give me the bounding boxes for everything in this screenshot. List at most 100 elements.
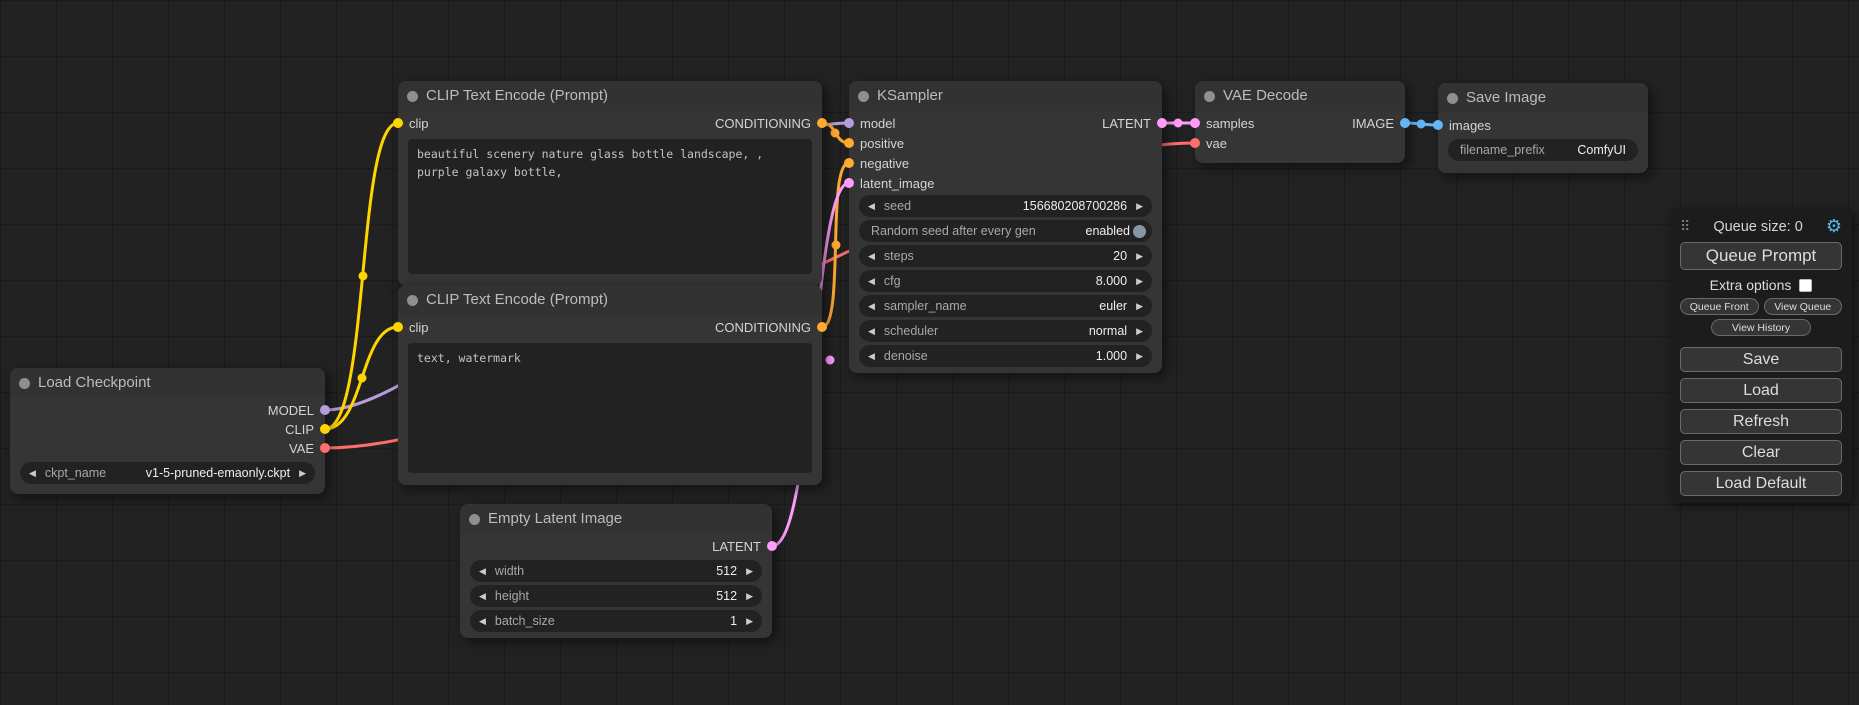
images-input-slot[interactable]: images (1433, 115, 1491, 135)
node-vae-decode[interactable]: VAE Decode samples vae IMAGE (1195, 81, 1405, 163)
save-button[interactable]: Save (1680, 347, 1842, 372)
model-output-dot[interactable] (320, 405, 330, 415)
decrement-arrow-icon[interactable] (868, 345, 875, 367)
random-seed-toggle-widget[interactable]: Random seed after every gen enabled (859, 220, 1152, 242)
scheduler-widget[interactable]: scheduler normal (859, 320, 1152, 342)
node-title-bar[interactable]: Empty Latent Image (460, 504, 772, 534)
node-title-bar[interactable]: CLIP Text Encode (Prompt) (398, 81, 822, 111)
increment-arrow-icon[interactable] (746, 585, 753, 607)
increment-arrow-icon[interactable] (1136, 295, 1143, 317)
sampler-name-widget[interactable]: sampler_name euler (859, 295, 1152, 317)
collapse-dot-icon[interactable] (1447, 93, 1458, 104)
width-widget[interactable]: width 512 (470, 560, 762, 582)
load-button[interactable]: Load (1680, 378, 1842, 403)
collapse-dot-icon[interactable] (1204, 91, 1215, 102)
cfg-widget[interactable]: cfg 8.000 (859, 270, 1152, 292)
node-save-image[interactable]: Save Image images filename_prefix ComfyU… (1438, 83, 1648, 173)
node-title-bar[interactable]: Save Image (1438, 83, 1648, 113)
collapse-dot-icon[interactable] (407, 91, 418, 102)
conditioning-output-dot[interactable] (817, 118, 827, 128)
seed-widget[interactable]: seed 156680208700286 (859, 195, 1152, 217)
clip-input-slot[interactable]: clip (393, 113, 429, 133)
collapse-dot-icon[interactable] (407, 295, 418, 306)
decrement-arrow-icon[interactable] (868, 195, 875, 217)
decrement-arrow-icon[interactable] (479, 560, 486, 582)
latent-image-input-dot[interactable] (844, 178, 854, 188)
clip-output-dot[interactable] (320, 424, 330, 434)
node-ksampler[interactable]: KSampler model positive negative latent_… (849, 81, 1162, 373)
queue-front-button[interactable]: Queue Front (1680, 298, 1759, 315)
image-output-slot[interactable]: IMAGE (1352, 113, 1410, 133)
denoise-widget[interactable]: denoise 1.000 (859, 345, 1152, 367)
model-output-slot[interactable]: MODEL (268, 400, 330, 420)
drag-handle-icon[interactable] (1680, 218, 1690, 236)
view-history-button[interactable]: View History (1711, 319, 1811, 336)
collapse-dot-icon[interactable] (858, 91, 869, 102)
clip-input-slot[interactable]: clip (393, 317, 429, 337)
positive-prompt-textarea[interactable]: beautiful scenery nature glass bottle la… (408, 139, 812, 274)
node-title-bar[interactable]: Load Checkpoint (10, 368, 325, 398)
decrement-arrow-icon[interactable] (868, 270, 875, 292)
vae-input-dot[interactable] (1190, 138, 1200, 148)
batch-size-widget[interactable]: batch_size 1 (470, 610, 762, 632)
clip-input-dot[interactable] (393, 322, 403, 332)
positive-input-slot[interactable]: positive (844, 133, 904, 153)
positive-input-dot[interactable] (844, 138, 854, 148)
latent-output-slot[interactable]: LATENT (1102, 113, 1167, 133)
images-input-dot[interactable] (1433, 120, 1443, 130)
decrement-arrow-icon[interactable] (868, 245, 875, 267)
clip-output-slot[interactable]: CLIP (285, 419, 330, 439)
refresh-button[interactable]: Refresh (1680, 409, 1842, 434)
increment-arrow-icon[interactable] (1136, 245, 1143, 267)
increment-arrow-icon[interactable] (746, 560, 753, 582)
increment-arrow-icon[interactable] (1136, 195, 1143, 217)
view-queue-button[interactable]: View Queue (1764, 298, 1843, 315)
node-title-bar[interactable]: VAE Decode (1195, 81, 1405, 111)
latent-output-slot[interactable]: LATENT (712, 536, 777, 556)
decrement-arrow-icon[interactable] (29, 462, 36, 484)
node-empty-latent-image[interactable]: Empty Latent Image LATENT width 512 heig… (460, 504, 772, 638)
increment-arrow-icon[interactable] (1136, 270, 1143, 292)
negative-input-slot[interactable]: negative (844, 153, 909, 173)
ckpt-name-widget[interactable]: ckpt_name v1-5-pruned-emaonly.ckpt (20, 462, 315, 484)
increment-arrow-icon[interactable] (1136, 320, 1143, 342)
model-input-slot[interactable]: model (844, 113, 895, 133)
steps-widget[interactable]: steps 20 (859, 245, 1152, 267)
conditioning-output-slot[interactable]: CONDITIONING (715, 317, 827, 337)
load-default-button[interactable]: Load Default (1680, 471, 1842, 496)
clear-button[interactable]: Clear (1680, 440, 1842, 465)
increment-arrow-icon[interactable] (299, 462, 306, 484)
filename-prefix-widget[interactable]: filename_prefix ComfyUI (1448, 139, 1638, 161)
decrement-arrow-icon[interactable] (479, 585, 486, 607)
queue-prompt-button[interactable]: Queue Prompt (1680, 242, 1842, 270)
decrement-arrow-icon[interactable] (868, 295, 875, 317)
node-clip-text-encode-negative[interactable]: CLIP Text Encode (Prompt) clip CONDITION… (398, 285, 822, 485)
samples-input-dot[interactable] (1190, 118, 1200, 128)
node-clip-text-encode-positive[interactable]: CLIP Text Encode (Prompt) clip CONDITION… (398, 81, 822, 286)
increment-arrow-icon[interactable] (746, 610, 753, 632)
increment-arrow-icon[interactable] (1136, 345, 1143, 367)
latent-image-input-slot[interactable]: latent_image (844, 173, 934, 193)
negative-input-dot[interactable] (844, 158, 854, 168)
node-title-bar[interactable]: KSampler (849, 81, 1162, 111)
samples-input-slot[interactable]: samples (1190, 113, 1254, 133)
negative-prompt-textarea[interactable]: text, watermark (408, 343, 812, 473)
latent-output-dot[interactable] (1157, 118, 1167, 128)
collapse-dot-icon[interactable] (469, 514, 480, 525)
vae-output-slot[interactable]: VAE (289, 438, 330, 458)
settings-gear-icon[interactable] (1826, 217, 1842, 237)
node-load-checkpoint[interactable]: Load Checkpoint MODEL CLIP VAE ckpt_name… (10, 368, 325, 494)
toggle-indicator-icon[interactable] (1133, 225, 1146, 238)
height-widget[interactable]: height 512 (470, 585, 762, 607)
vae-input-slot[interactable]: vae (1190, 133, 1227, 153)
conditioning-output-dot[interactable] (817, 322, 827, 332)
collapse-dot-icon[interactable] (19, 378, 30, 389)
decrement-arrow-icon[interactable] (479, 610, 486, 632)
image-output-dot[interactable] (1400, 118, 1410, 128)
model-input-dot[interactable] (844, 118, 854, 128)
extra-options-checkbox[interactable] (1799, 279, 1812, 292)
latent-output-dot[interactable] (767, 541, 777, 551)
decrement-arrow-icon[interactable] (868, 320, 875, 342)
node-title-bar[interactable]: CLIP Text Encode (Prompt) (398, 285, 822, 315)
conditioning-output-slot[interactable]: CONDITIONING (715, 113, 827, 133)
